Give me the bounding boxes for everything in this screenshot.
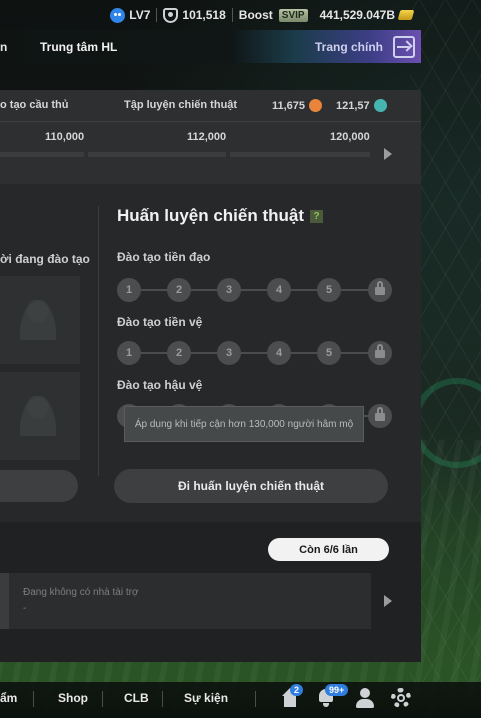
milestone-label: 112,000 <box>187 131 227 143</box>
sponsor-thumb <box>0 573 9 629</box>
divider <box>255 691 256 707</box>
midfield-training-label: Đào tạo tiền vệ <box>117 315 203 329</box>
locked-node[interactable] <box>368 341 392 365</box>
user-icon[interactable] <box>355 688 375 708</box>
training-player-label: ời đang đào tạo <box>0 252 90 266</box>
locked-node[interactable] <box>368 404 392 428</box>
arrow-right-icon[interactable] <box>384 148 392 160</box>
player-silhouette-icon <box>20 396 56 436</box>
bottom-nav-shop[interactable]: Shop <box>58 691 88 705</box>
home-button[interactable]: Trang chính <box>314 35 415 58</box>
home-badge: 2 <box>290 684 304 696</box>
nav-item-cut[interactable]: n <box>0 40 7 54</box>
track-node[interactable]: 1 <box>117 341 141 365</box>
fans-display[interactable]: 101,518 <box>157 7 231 23</box>
track-node[interactable]: 5 <box>317 278 341 302</box>
track-node[interactable]: 3 <box>217 278 241 302</box>
navigation-bar: n Trung tâm HL Trang chính <box>0 30 421 63</box>
track-node[interactable]: 4 <box>267 341 291 365</box>
lock-icon <box>375 344 385 358</box>
lock-icon <box>375 281 385 295</box>
milestone-label: 120,000 <box>330 131 370 143</box>
currency-display[interactable]: 441,529.047B <box>314 8 419 22</box>
player-slot[interactable] <box>0 276 80 364</box>
exit-icon <box>393 35 415 58</box>
midfield-training-track: 1 2 3 4 5 <box>117 341 392 365</box>
currency-amount: 441,529.047B <box>319 8 395 22</box>
bottom-navigation: ẩm Shop CLB Sự kiện 2 99+ <box>0 682 481 718</box>
unlock-tooltip: Áp dụng khi tiếp cận hơn 130,000 người h… <box>124 406 364 442</box>
remaining-count-badge: Còn 6/6 lần <box>268 538 389 561</box>
milestone-progress <box>0 152 370 157</box>
tab-training-center[interactable]: Trung tâm HL <box>40 40 117 54</box>
sponsor-box[interactable]: Đang không có nhà tài trợ - <box>0 573 371 629</box>
help-icon[interactable]: ? <box>310 209 324 223</box>
resource-tc: 121,57 <box>336 99 387 112</box>
player-slot[interactable] <box>0 372 80 460</box>
resource-tc-value: 121,57 <box>336 99 370 112</box>
track-node[interactable]: 3 <box>217 341 241 365</box>
forward-training-label: Đào tạo tiền đạo <box>117 250 211 264</box>
tactic-title-text: Huấn luyện chiến thuật <box>117 206 305 225</box>
track-line <box>127 352 382 354</box>
resource-sc: 11,675 <box>272 99 323 112</box>
defense-training-label: Đào tạo hậu vệ <box>117 378 203 392</box>
tactic-training-label: Tập luyện chiến thuật <box>124 99 238 111</box>
notification-badge: 99+ <box>325 684 349 696</box>
progress-segment <box>230 152 370 157</box>
sponsor-arrow-icon[interactable] <box>384 595 392 607</box>
divider <box>162 691 163 707</box>
track-node[interactable]: 1 <box>117 278 141 302</box>
locked-node[interactable] <box>368 278 392 302</box>
training-panel: o tạo cầu thủ Tập luyện chiến thuật 11,6… <box>0 90 421 662</box>
milestone-label: 110,000 <box>45 131 85 143</box>
divider <box>102 691 103 707</box>
track-node[interactable]: 2 <box>167 278 191 302</box>
tactic-section-title: Huấn luyện chiến thuật ? <box>117 206 324 226</box>
panel-header: o tạo cầu thủ Tập luyện chiến thuật 11,6… <box>0 90 421 184</box>
resource-sc-value: 11,675 <box>272 99 306 112</box>
bottom-nav-events[interactable]: Sự kiện <box>184 691 228 705</box>
progress-segment <box>88 152 226 157</box>
track-line <box>127 289 382 291</box>
divider <box>33 691 34 707</box>
header-divider <box>0 121 421 122</box>
sponsor-title: Đang không có nhà tài trợ <box>23 587 139 598</box>
progress-segment <box>0 152 84 157</box>
home-label: Trang chính <box>314 39 383 54</box>
column-divider <box>98 206 99 476</box>
go-tactic-training-button[interactable]: Đi huấn luyện chiến thuật <box>114 469 388 503</box>
lock-icon <box>375 407 385 421</box>
track-node[interactable]: 2 <box>167 341 191 365</box>
sc-coin-icon <box>309 99 323 112</box>
coin-stack-icon <box>397 10 415 20</box>
player-training-label: o tạo cầu thủ <box>0 99 69 111</box>
gear-icon[interactable] <box>391 688 411 708</box>
fans-count: 101,518 <box>182 8 226 22</box>
forward-training-track: 1 2 3 4 5 <box>117 278 392 302</box>
level-text: LV7 <box>129 8 151 22</box>
boost-display[interactable]: Boost SVIP <box>233 8 314 22</box>
sponsor-value: - <box>23 603 27 614</box>
tc-coin-icon <box>373 99 387 112</box>
bottom-nav-item-cut[interactable]: ẩm <box>0 691 17 705</box>
fans-shield-icon <box>163 7 179 23</box>
track-node[interactable]: 5 <box>317 341 341 365</box>
smiley-icon <box>110 7 126 23</box>
track-node[interactable]: 4 <box>267 278 291 302</box>
bottom-nav-clb[interactable]: CLB <box>124 691 149 705</box>
player-training-button[interactable] <box>0 470 78 502</box>
top-status-bar: LV7 101,518 Boost SVIP 441,529.047B <box>0 0 481 30</box>
boost-label: Boost <box>238 8 273 22</box>
svip-badge: SVIP <box>278 8 308 22</box>
player-silhouette-icon <box>20 300 56 340</box>
level-display[interactable]: LV7 <box>104 7 156 23</box>
